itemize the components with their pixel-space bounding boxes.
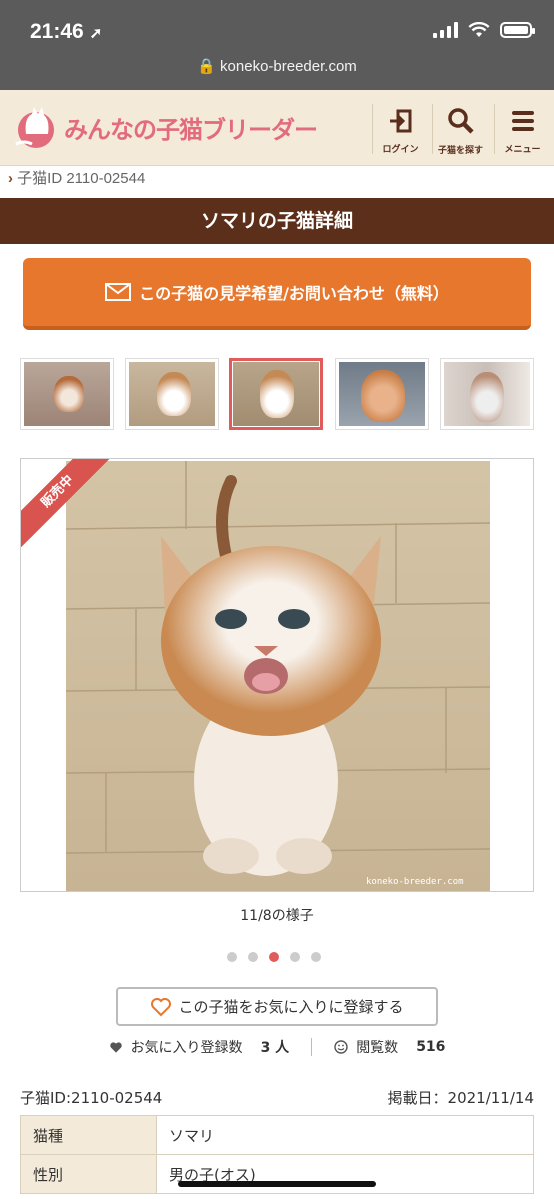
thumbnail-strip <box>20 358 534 430</box>
add-favorite-button[interactable]: この子猫をお気に入りに登録する <box>116 987 438 1026</box>
login-icon <box>389 109 411 133</box>
status-bar: 21:46 ➚ 🔒 koneko-breeder.com <box>0 0 554 90</box>
thumbnail-5[interactable] <box>440 358 534 430</box>
thumbnail-3[interactable] <box>229 358 323 430</box>
breadcrumb-arrow: › <box>8 170 13 187</box>
photo-watermark: koneko-breeder.com <box>366 877 464 887</box>
table-row: 性別 男の子(オス) <box>20 1154 534 1194</box>
table-row: 猫種 ソマリ <box>20 1115 534 1155</box>
heart-outline-icon <box>151 997 172 1016</box>
inquiry-button[interactable]: この子猫の見学希望/お問い合わせ（無料） <box>23 258 531 330</box>
carousel-dots <box>227 952 321 962</box>
mail-icon <box>105 283 132 301</box>
page-title: ソマリの子猫詳細 <box>0 198 554 244</box>
wifi-icon <box>468 22 490 37</box>
carousel-dot[interactable] <box>227 952 237 962</box>
heart-filled-icon <box>109 1041 122 1053</box>
kitten-id: 子猫ID:2110-02544 <box>20 1089 163 1107</box>
logo-text: みんなの子猫ブリーダー <box>64 115 318 144</box>
thumbnail-2[interactable] <box>125 358 219 430</box>
breadcrumb[interactable]: › 子猫ID 2110-02544 <box>8 167 145 188</box>
spec-value: ソマリ <box>156 1115 534 1155</box>
search-label: 子猫を探す <box>437 146 483 156</box>
status-time: 21:46 ➚ <box>30 20 103 43</box>
photo-caption: 11/8の様子 <box>240 908 314 924</box>
search-icon <box>447 108 474 134</box>
posted-date: 掲載日：2021/11/14 <box>387 1089 534 1107</box>
carousel-dot-active[interactable] <box>269 952 279 962</box>
system-icons <box>433 22 535 38</box>
site-header: みんなの子猫ブリーダー ログイン 子猫を探す メニュー <box>0 90 554 166</box>
home-indicator[interactable] <box>178 1181 376 1187</box>
add-favorite-label: この子猫をお気に入りに登録する <box>178 998 404 1016</box>
carousel-dot[interactable] <box>248 952 258 962</box>
carousel-dot[interactable] <box>311 952 321 962</box>
login-button[interactable]: ログイン <box>372 104 428 155</box>
url-bar[interactable]: 🔒 koneko-breeder.com <box>0 57 554 75</box>
thumbnail-4[interactable] <box>335 358 429 430</box>
site-logo[interactable]: みんなの子猫ブリーダー <box>10 104 318 150</box>
smiley-icon <box>334 1040 348 1054</box>
inquiry-label: この子猫の見学希望/お問い合わせ（無料） <box>139 284 449 303</box>
favorite-count: 3 人 <box>260 1040 290 1056</box>
kitten-info-header: 子猫ID:2110-02544 掲載日：2021/11/14 <box>20 1087 534 1108</box>
login-label: ログイン <box>382 145 419 155</box>
search-kitten-button[interactable]: 子猫を探す <box>432 104 488 156</box>
views-count: 516 <box>416 1039 446 1055</box>
menu-label: メニュー <box>504 145 541 155</box>
hamburger-menu-icon <box>511 111 534 131</box>
kitten-stats: お気に入り登録数 3 人 閲覧数 516 <box>0 1037 554 1057</box>
thumbnail-1[interactable] <box>20 358 114 430</box>
favorite-count-label: お気に入り登録数 <box>130 1040 243 1056</box>
spec-key: 性別 <box>20 1154 157 1194</box>
cellular-signal-icon <box>433 22 458 38</box>
kitten-photo: koneko-breeder.com <box>66 461 490 891</box>
spec-key: 猫種 <box>20 1115 157 1155</box>
main-photo-frame[interactable]: koneko-breeder.com 販売中 <box>20 458 534 892</box>
breadcrumb-text: 子猫ID 2110-02544 <box>17 170 146 187</box>
cat-logo-icon <box>15 107 54 148</box>
battery-icon <box>500 22 535 38</box>
spec-value: 男の子(オス) <box>156 1154 534 1194</box>
carousel-dot[interactable] <box>290 952 300 962</box>
menu-button[interactable]: メニュー <box>494 104 550 155</box>
views-label: 閲覧数 <box>356 1040 399 1056</box>
